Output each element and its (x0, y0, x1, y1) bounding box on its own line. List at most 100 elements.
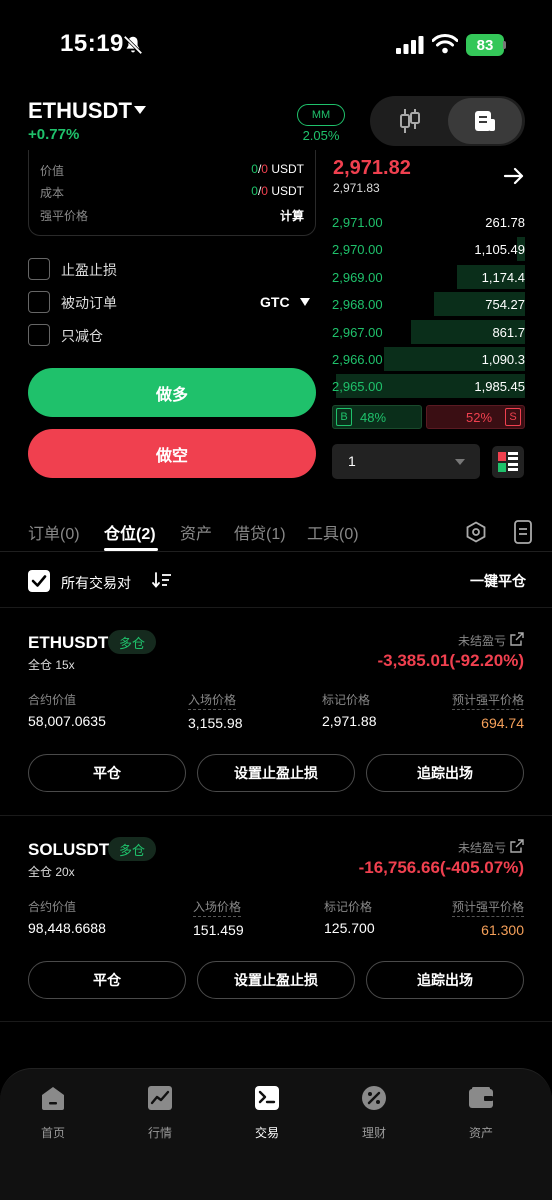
info-row-liq: 强平价格 计算 (40, 207, 304, 225)
mark-price: 2,971.83 (333, 181, 380, 195)
bid-quantity: 861.7 (492, 324, 525, 340)
nav-markets[interactable]: 行情 (120, 1084, 200, 1144)
reduce-only-checkbox[interactable] (28, 324, 50, 346)
entry-price-label: 入场价格 (193, 898, 242, 917)
orderbook-bid-row[interactable]: 2,968.00 754.27 (332, 292, 525, 317)
position-mode: 全仓 15x (28, 658, 75, 672)
tif-select[interactable]: GTC (260, 294, 290, 310)
info-row-value: 价值 0/0 USDT (40, 162, 304, 178)
bid-price: 2,969.00 (332, 269, 383, 285)
unrealized-pnl-label: 未结盈亏 (458, 634, 507, 648)
mm-badge[interactable]: MM (297, 104, 345, 126)
orderbook-layout-icon (498, 452, 518, 472)
caret-down-icon[interactable] (454, 458, 466, 466)
orderbook-bid-row[interactable]: 2,965.00 1,985.45 (332, 374, 525, 399)
tab-borrow[interactable]: 借贷(1) (234, 520, 286, 544)
close-all-button[interactable]: 一键平仓 (470, 571, 526, 591)
reduce-only-label: 只减仓 (61, 328, 103, 344)
position-symbol[interactable]: ETHUSDT (28, 633, 108, 653)
nav-label: 资产 (468, 1126, 493, 1140)
bid-quantity: 261.78 (485, 215, 525, 230)
all-pairs-checkbox[interactable] (28, 570, 50, 592)
info-total: 0 (261, 162, 268, 176)
buy-percent: 48% (360, 410, 387, 425)
position-mode: 全仓 20x (28, 865, 75, 879)
set-tp-sl-button[interactable]: 设置止盈止损 (197, 961, 355, 999)
info-unit: USDT (271, 184, 304, 198)
post-only-checkbox[interactable] (28, 291, 50, 313)
history-doc-icon[interactable] (514, 520, 532, 544)
tp-sl-label: 止盈止损 (61, 262, 117, 278)
mark-price: 2,971.88 (322, 713, 377, 729)
entry-price: 3,155.98 (188, 715, 243, 731)
signal-icon (396, 36, 424, 54)
calculate-link[interactable]: 计算 (280, 207, 304, 224)
info-label: 成本 (40, 186, 65, 200)
bell-muted-icon (123, 35, 143, 55)
info-label: 价值 (40, 164, 65, 178)
short-button[interactable]: 做空 (28, 429, 316, 478)
all-pairs-label: 所有交易对 (61, 575, 131, 591)
nav-earn[interactable]: 理财 (334, 1084, 414, 1144)
bid-price: 2,967.00 (332, 324, 383, 340)
sell-tag: S (505, 408, 521, 426)
orderbook-bid-row[interactable]: 2,969.00 1,174.4 (332, 264, 525, 289)
wallet-icon (469, 1087, 493, 1108)
unrealized-pnl-label: 未结盈亏 (458, 841, 507, 855)
caret-down-icon[interactable] (132, 104, 148, 116)
info-total: 0 (261, 184, 268, 198)
orderbook-bid-row[interactable]: 2,970.00 1,105.49 (332, 237, 525, 262)
sort-icon[interactable] (152, 572, 172, 588)
sell-percent: 52% (466, 410, 493, 425)
contract-value: 58,007.0635 (28, 713, 106, 729)
orderbook-layout-button[interactable] (492, 446, 524, 478)
orderbook-bid-row[interactable]: 2,971.00 261.78 (332, 210, 525, 234)
symbol-selector[interactable]: ETHUSDT (28, 98, 132, 124)
earn-icon (362, 1086, 386, 1110)
entry-price-label: 入场价格 (188, 691, 237, 710)
last-price: 2,971.82 (333, 157, 411, 179)
share-icon[interactable] (510, 632, 524, 646)
contract-value-label: 合约价值 (28, 693, 77, 707)
trailing-stop-button[interactable]: 追踪出场 (366, 754, 524, 792)
liq-price-label: 预计强平价格 (451, 898, 524, 917)
tab-assets[interactable]: 资产 (180, 520, 212, 544)
orderbook-view-button[interactable] (448, 98, 522, 144)
tab-orders[interactable]: 订单(0) (28, 520, 80, 544)
nav-home[interactable]: 首页 (13, 1084, 93, 1144)
close-position-button[interactable]: 平仓 (28, 961, 186, 999)
set-tp-sl-button[interactable]: 设置止盈止损 (197, 754, 355, 792)
unrealized-pnl: -3,385.01(-92.20%) (377, 651, 524, 670)
close-position-button[interactable]: 平仓 (28, 754, 186, 792)
long-button[interactable]: 做多 (28, 368, 316, 417)
share-icon[interactable] (510, 839, 524, 853)
position-side-badge: 多仓 (108, 630, 156, 654)
bid-quantity: 1,985.45 (474, 379, 525, 395)
home-icon (42, 1087, 64, 1110)
nav-trade[interactable]: 交易 (227, 1084, 307, 1144)
depth-value: 1 (348, 453, 356, 469)
info-row-cost: 成本 0/0 USDT (40, 184, 304, 200)
trade-icon (255, 1086, 279, 1110)
battery-indicator: 83 (466, 34, 504, 56)
hexagon-settings-icon[interactable] (465, 521, 487, 543)
position-symbol[interactable]: SOLUSDT (28, 840, 109, 860)
info-label: 强平价格 (40, 209, 89, 223)
candlestick-view-button[interactable] (380, 100, 440, 142)
nav-assets[interactable]: 资产 (441, 1084, 521, 1144)
bid-quantity: 754.27 (485, 297, 525, 313)
mark-price-label: 标记价格 (322, 693, 371, 707)
tp-sl-checkbox[interactable] (28, 258, 50, 280)
divider (0, 607, 552, 608)
trailing-stop-button[interactable]: 追踪出场 (366, 961, 524, 999)
info-unit: USDT (271, 162, 304, 176)
tab-positions[interactable]: 仓位(2) (104, 520, 156, 544)
orderbook-bid-row[interactable]: 2,966.00 1,090.3 (332, 347, 525, 371)
tab-tools[interactable]: 工具(0) (307, 520, 359, 544)
orderbook-bid-row[interactable]: 2,967.00 861.7 (332, 319, 525, 344)
caret-down-icon[interactable] (299, 297, 311, 307)
arrow-right-icon[interactable] (503, 166, 525, 186)
contract-value-label: 合约价值 (28, 900, 77, 914)
chart-icon (148, 1086, 172, 1110)
nav-label: 交易 (254, 1126, 279, 1140)
